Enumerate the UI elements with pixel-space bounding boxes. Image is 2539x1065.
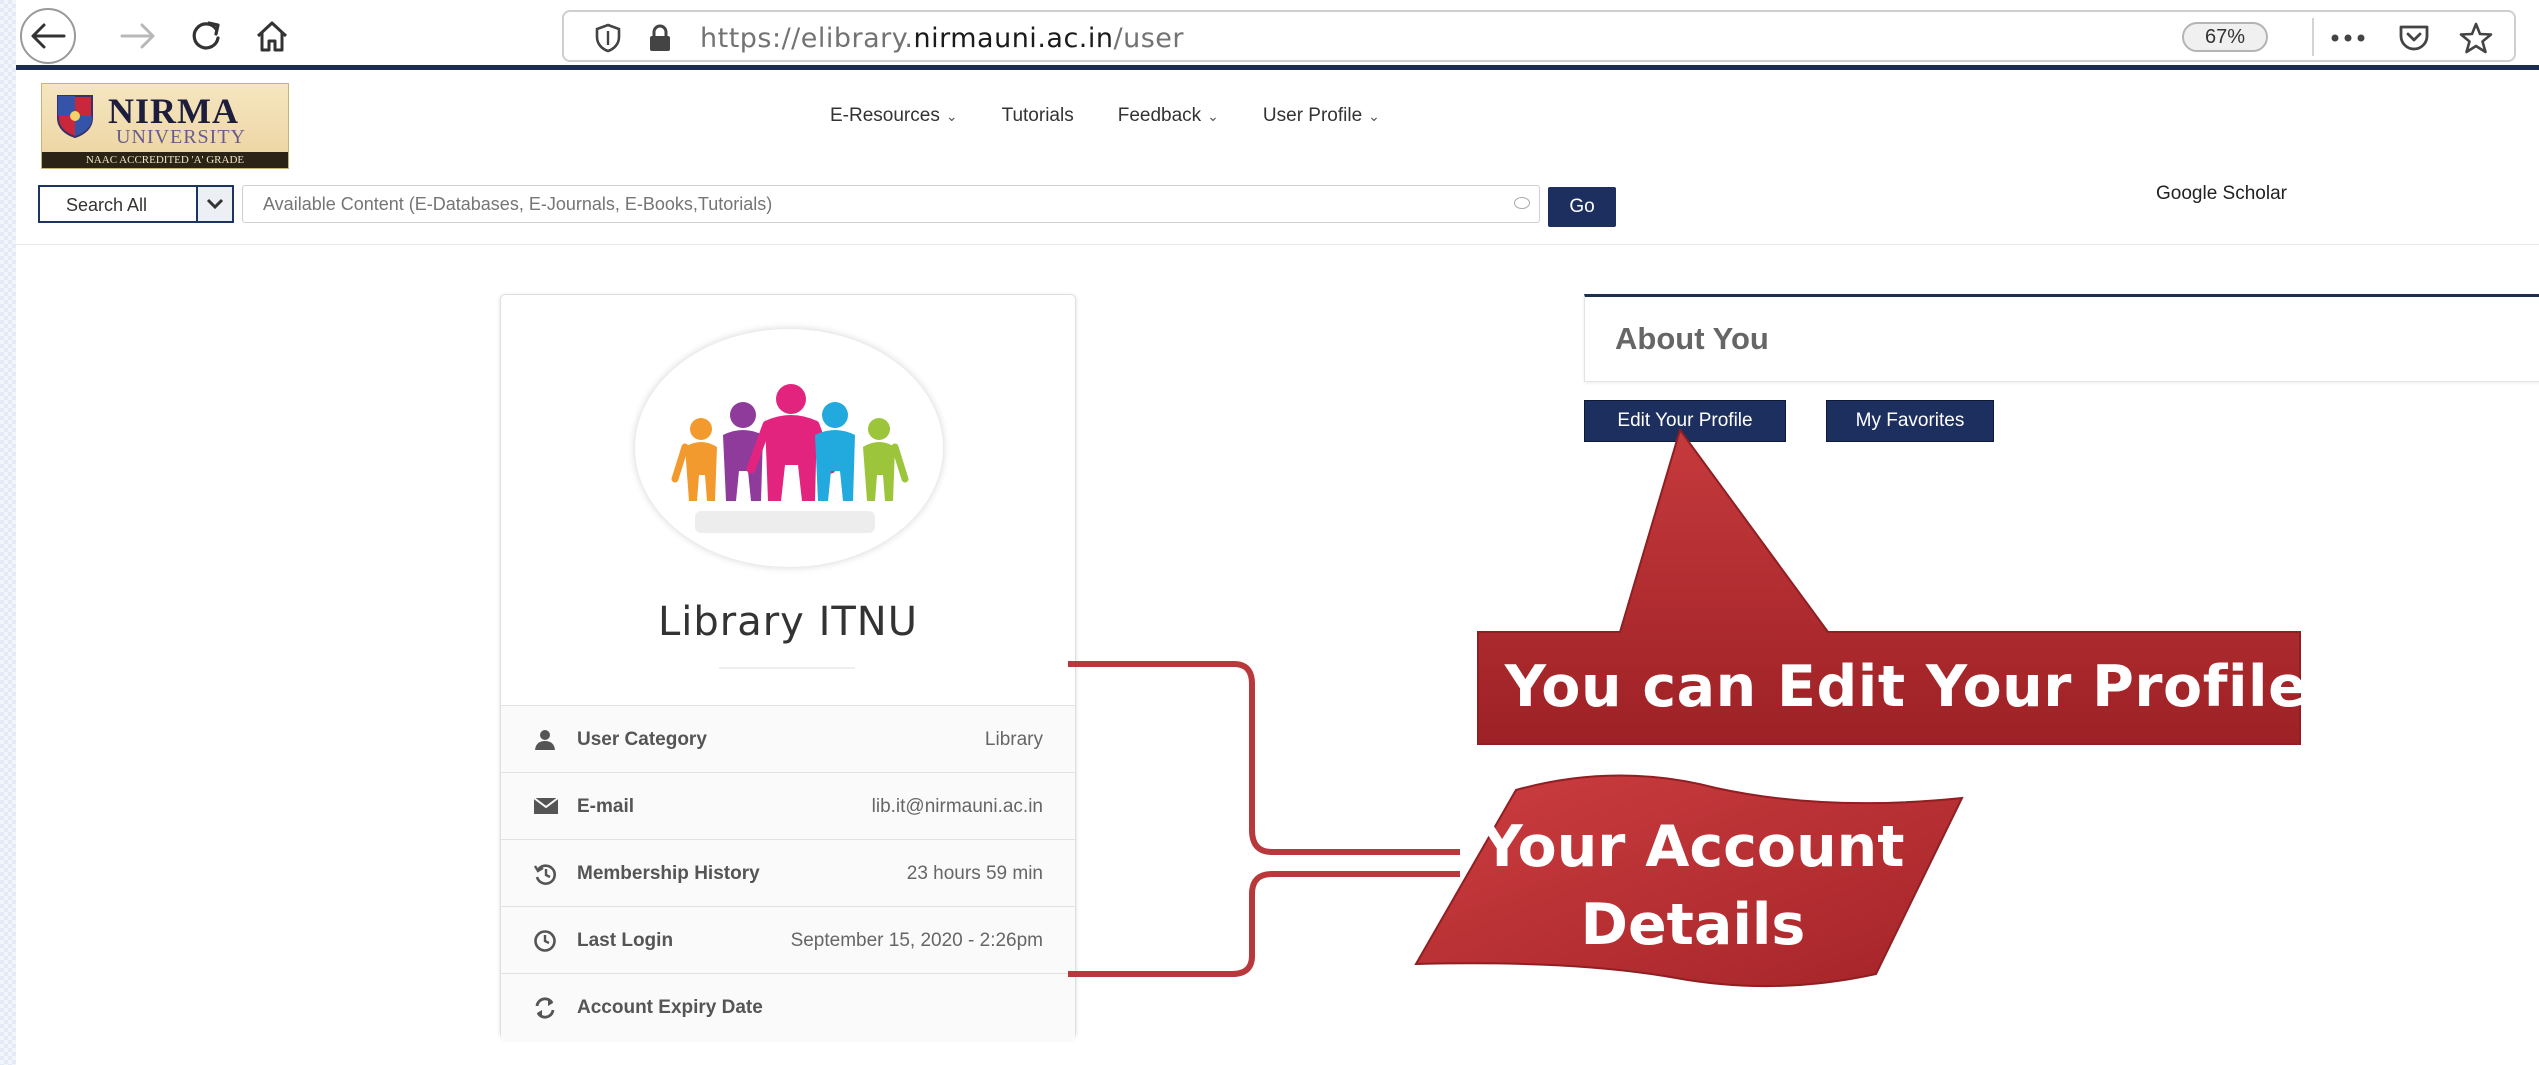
callout-line: Details — [1580, 892, 1806, 958]
envelope-icon — [533, 795, 559, 819]
url-text[interactable]: https://elibrary.nirmauni.ac.in/user — [700, 23, 1184, 54]
address-bar[interactable]: https://elibrary.nirmauni.ac.in/user 67% — [562, 10, 2516, 62]
nav-label: Tutorials — [1001, 105, 1074, 126]
back-arrow-icon[interactable] — [20, 8, 76, 64]
detail-label: E-mail — [577, 796, 635, 817]
avatar — [635, 329, 943, 567]
detail-value: September 15, 2020 - 2:26pm — [790, 930, 1043, 951]
nav-label: E-Resources — [830, 105, 940, 126]
account-details-list: User Category Library E-mail lib.it@nirm… — [501, 705, 1075, 1040]
callout-line: Your Account — [1481, 814, 1905, 880]
chevron-down-icon: ⌄ — [945, 108, 958, 124]
detail-row-account-expiry: Account Expiry Date — [501, 973, 1075, 1040]
reload-icon[interactable] — [178, 8, 234, 64]
forward-arrow-icon[interactable] — [110, 8, 166, 64]
nav-label: User Profile — [1262, 105, 1363, 126]
toolbar-divider — [2312, 18, 2314, 56]
logo-subtitle: UNIVERSITY — [116, 126, 246, 148]
refresh-icon — [533, 996, 557, 1020]
nav-feedback[interactable]: Feedback ⌄ — [1118, 105, 1219, 127]
detail-row-email: E-mail lib.it@nirmauni.ac.in — [501, 772, 1075, 839]
browser-window: https://elibrary.nirmauni.ac.in/user 67%… — [16, 0, 2539, 1065]
chevron-down-icon[interactable] — [196, 187, 232, 221]
detail-label: Membership History — [577, 863, 760, 884]
star-icon[interactable] — [2458, 20, 2494, 56]
edit-profile-callout-text: You can Edit Your Profile — [1504, 654, 2308, 720]
edit-profile-button[interactable]: Edit Your Profile — [1584, 400, 1786, 442]
chevron-down-icon: ⌄ — [1207, 108, 1219, 124]
detail-value: 23 hours 59 min — [906, 863, 1043, 884]
clock-icon — [533, 929, 557, 953]
shield-icon[interactable] — [590, 20, 626, 56]
user-icon — [533, 728, 557, 752]
profile-card: Library ITNU User Category Library E-mai… — [500, 294, 1076, 1040]
more-actions-icon[interactable] — [2330, 20, 2366, 56]
detail-label: User Category — [577, 729, 707, 750]
home-icon[interactable] — [244, 8, 300, 64]
detail-row-membership-history: Membership History 23 hours 59 min — [501, 839, 1075, 906]
browser-toolbar: https://elibrary.nirmauni.ac.in/user 67% — [16, 0, 2539, 70]
history-icon — [533, 862, 557, 886]
nav-label: Feedback — [1117, 105, 1202, 126]
account-details-callout-text: Your Account Details — [1428, 808, 1958, 964]
divider — [719, 667, 855, 669]
profile-name: Library ITNU — [657, 599, 918, 645]
nav-tutorials[interactable]: Tutorials — [1002, 105, 1074, 127]
detail-label: Last Login — [577, 930, 674, 951]
logo-accreditation: NAAC ACCREDITED 'A' GRADE — [42, 152, 288, 168]
detail-label: Account Expiry Date — [577, 997, 763, 1018]
bracket-connector — [1068, 661, 1460, 977]
detail-value: lib.it@nirmauni.ac.in — [871, 796, 1043, 817]
google-scholar-link[interactable]: Google Scholar — [2156, 183, 2287, 205]
search-input[interactable] — [242, 185, 1540, 223]
chevron-down-icon: ⌄ — [1368, 108, 1380, 124]
nav-e-resources[interactable]: E-Resources ⌄ — [830, 105, 958, 127]
main-nav: E-Resources ⌄ Tutorials Feedback ⌄ User Pr… — [830, 105, 1380, 127]
group-people-icon — [671, 384, 909, 533]
search-scope-select[interactable]: Search All — [38, 185, 234, 223]
crest-icon — [57, 95, 93, 138]
about-you-title: About You — [1615, 321, 1769, 356]
clear-search-icon[interactable] — [1514, 197, 1530, 209]
zoom-level-badge[interactable]: 67% — [2182, 22, 2268, 52]
about-you-panel: About You — [1584, 294, 2539, 382]
university-logo[interactable]: NIRMA UNIVERSITY NAAC ACCREDITED 'A' GRA… — [41, 83, 289, 169]
my-favorites-button[interactable]: My Favorites — [1826, 400, 1994, 442]
detail-row-user-category: User Category Library — [501, 705, 1075, 772]
lock-icon[interactable] — [642, 20, 678, 56]
site-header: NIRMA UNIVERSITY NAAC ACCREDITED 'A' GRA… — [16, 75, 2539, 245]
detail-value: Library — [984, 729, 1043, 750]
search-scope-label: Search All — [66, 195, 148, 215]
pocket-icon[interactable] — [2396, 20, 2432, 56]
go-button[interactable]: Go — [1548, 187, 1616, 227]
detail-row-last-login: Last Login September 15, 2020 - 2:26pm — [501, 906, 1075, 973]
nav-user-profile[interactable]: User Profile ⌄ — [1263, 105, 1380, 127]
